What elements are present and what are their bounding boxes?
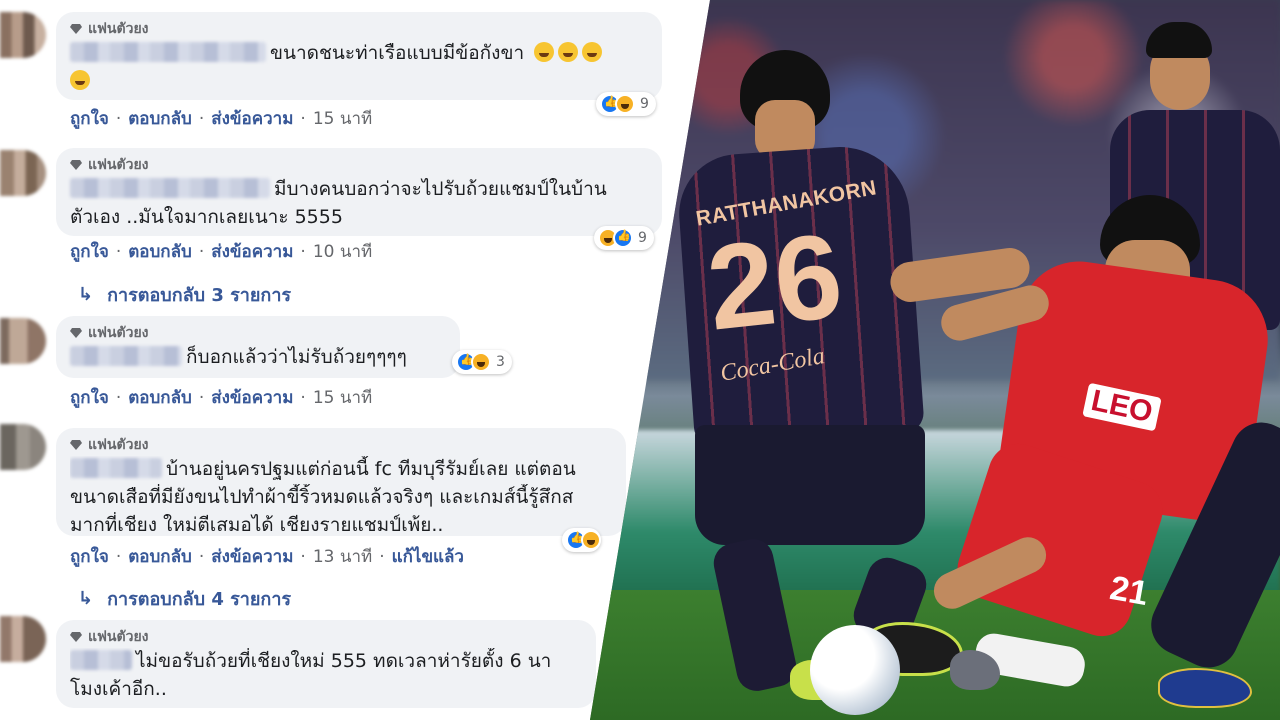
comment-text: ขนาดชนะท่าเรือแบบมีข้อกังขา bbox=[70, 40, 648, 66]
badge-label: แฟนตัวยง bbox=[88, 325, 149, 341]
reply-arrow-icon: ↳ bbox=[78, 588, 94, 609]
reactions-summary[interactable]: 3 bbox=[452, 350, 512, 374]
grin-emoji-icon bbox=[558, 42, 579, 62]
avatar[interactable] bbox=[0, 616, 46, 662]
haha-reaction-icon bbox=[581, 530, 601, 550]
like-link[interactable]: ถูกใจ bbox=[70, 543, 109, 570]
comment-bubble: แฟนตัวยง ไม่ขอรับถ้วยที่เชียงใหม่ 555 ทด… bbox=[56, 620, 596, 708]
comment-text-line2: ขนาดเสือที่มียังขนไปทำผ้าขี้ริ้วหมดแล้วจ… bbox=[70, 486, 574, 508]
jersey-number: 26 bbox=[701, 208, 849, 356]
timestamp[interactable]: 15 นาที bbox=[313, 384, 372, 411]
reply-link[interactable]: ตอบกลับ bbox=[128, 238, 192, 265]
comment-text: ก็บอกแล้วว่าไม่รับถ้วยๆๆๆๆ bbox=[70, 344, 446, 370]
commenter-name[interactable] bbox=[70, 346, 182, 366]
top-fan-badge: แฟนตัวยง bbox=[70, 436, 612, 454]
gem-icon bbox=[70, 328, 82, 338]
reactions-summary[interactable] bbox=[562, 528, 601, 552]
message-link[interactable]: ส่งข้อความ bbox=[211, 105, 293, 132]
comment-actions: ถูกใจ · ตอบกลับ · ส่งข้อความ · 15 นาที bbox=[70, 105, 372, 132]
football-match-photo: RATTHANAKORN 26 Coca-Cola LEO 21 bbox=[590, 0, 1280, 720]
view-replies-link[interactable]: ↳ การตอบกลับ 3 รายการ bbox=[78, 280, 291, 309]
like-reaction-icon bbox=[613, 228, 633, 248]
reactions-summary[interactable]: 9 bbox=[596, 92, 656, 116]
grin-emoji-icon bbox=[534, 42, 555, 62]
comment-bubble: แฟนตัวยง ขนาดชนะท่าเรือแบบมีข้อกังขา bbox=[56, 12, 662, 100]
gem-icon bbox=[70, 440, 82, 450]
timestamp[interactable]: 15 นาที bbox=[313, 105, 372, 132]
like-link[interactable]: ถูกใจ bbox=[70, 105, 109, 132]
comment-text: มีบางคนบอกว่าจะไปรับถ้วยแชมป์ในบ้าน bbox=[70, 176, 648, 202]
reaction-count: 3 bbox=[496, 354, 505, 370]
avatar[interactable] bbox=[0, 424, 46, 470]
top-fan-badge: แฟนตัวยง bbox=[70, 156, 648, 174]
haha-reaction-icon bbox=[471, 352, 491, 372]
comment-text-line2: ตัวเอง ..มันใจมากเลยเนาะ 5555 bbox=[70, 206, 343, 228]
reply-link[interactable]: ตอบกลับ bbox=[128, 543, 192, 570]
avatar[interactable] bbox=[0, 318, 46, 364]
comment-bubble: แฟนตัวยง ก็บอกแล้วว่าไม่รับถ้วยๆๆๆๆ bbox=[56, 316, 460, 378]
commenter-name[interactable] bbox=[70, 650, 132, 670]
timestamp[interactable]: 13 นาที bbox=[313, 543, 372, 570]
comment-bubble: แฟนตัวยง มีบางคนบอกว่าจะไปรับถ้วยแชมป์ใน… bbox=[56, 148, 662, 236]
top-fan-badge: แฟนตัวยง bbox=[70, 324, 446, 342]
grin-emoji-icon bbox=[70, 70, 90, 90]
comment-actions: ถูกใจ · ตอบกลับ · ส่งข้อความ · 15 นาที bbox=[70, 384, 372, 411]
football bbox=[810, 625, 900, 715]
gem-icon bbox=[70, 24, 82, 34]
gem-icon bbox=[70, 160, 82, 170]
message-link[interactable]: ส่งข้อความ bbox=[211, 238, 293, 265]
message-link[interactable]: ส่งข้อความ bbox=[211, 384, 293, 411]
commenter-name[interactable] bbox=[70, 42, 266, 62]
commenter-name[interactable] bbox=[70, 458, 162, 478]
gem-icon bbox=[70, 632, 82, 642]
main-player-shorts bbox=[695, 425, 925, 545]
view-replies-link[interactable]: ↳ การตอบกลับ 4 รายการ bbox=[78, 584, 291, 613]
comment-text: ไม่ขอรับถ้วยที่เชียงใหม่ 555 ทดเวลาห่ารั… bbox=[70, 648, 590, 674]
reply-link[interactable]: ตอบกลับ bbox=[128, 384, 192, 411]
top-fan-badge: แฟนตัวยง bbox=[70, 20, 648, 38]
avatar[interactable] bbox=[0, 12, 46, 58]
comment-text: บ้านอยู่นครปฐมแต่ก่อนนี้ fc ทีมบุรีรัมย์… bbox=[70, 456, 620, 482]
commenter-name[interactable] bbox=[70, 178, 270, 198]
reaction-count: 9 bbox=[640, 96, 649, 112]
comment-actions: ถูกใจ · ตอบกลับ · ส่งข้อความ · 13 นาที · แก้… bbox=[70, 543, 464, 570]
badge-label: แฟนตัวยง bbox=[88, 21, 149, 37]
comment-actions: ถูกใจ · ตอบกลับ · ส่งข้อความ · 10 นาที bbox=[70, 238, 372, 265]
reply-link[interactable]: ตอบกลับ bbox=[128, 105, 192, 132]
avatar[interactable] bbox=[0, 150, 46, 196]
haha-reaction-icon bbox=[615, 94, 635, 114]
edited-link[interactable]: แก้ไขแล้ว bbox=[392, 543, 464, 570]
like-link[interactable]: ถูกใจ bbox=[70, 238, 109, 265]
comment-bubble: แฟนตัวยง บ้านอยู่นครปฐมแต่ก่อนนี้ fc ทีม… bbox=[56, 428, 626, 536]
shorts-number: 21 bbox=[1107, 569, 1151, 614]
reaction-count: 9 bbox=[638, 230, 647, 246]
top-fan-badge: แฟนตัวยง bbox=[70, 628, 582, 646]
message-link[interactable]: ส่งข้อความ bbox=[211, 543, 293, 570]
comment-text-line2 bbox=[70, 68, 648, 94]
comment-text-line2: โมงเค้าอีก.. bbox=[70, 678, 167, 700]
badge-label: แฟนตัวยง bbox=[88, 629, 149, 645]
reactions-summary[interactable]: 9 bbox=[594, 226, 654, 250]
reply-arrow-icon: ↳ bbox=[78, 284, 94, 305]
grin-emoji-icon bbox=[582, 42, 603, 62]
badge-label: แฟนตัวยง bbox=[88, 157, 149, 173]
like-link[interactable]: ถูกใจ bbox=[70, 384, 109, 411]
timestamp[interactable]: 10 นาที bbox=[313, 238, 372, 265]
badge-label: แฟนตัวยง bbox=[88, 437, 149, 453]
comment-text-line3: มากที่เชียง ใหม่ตีเสมอได้ เชียงรายแชมป์เ… bbox=[70, 514, 444, 536]
